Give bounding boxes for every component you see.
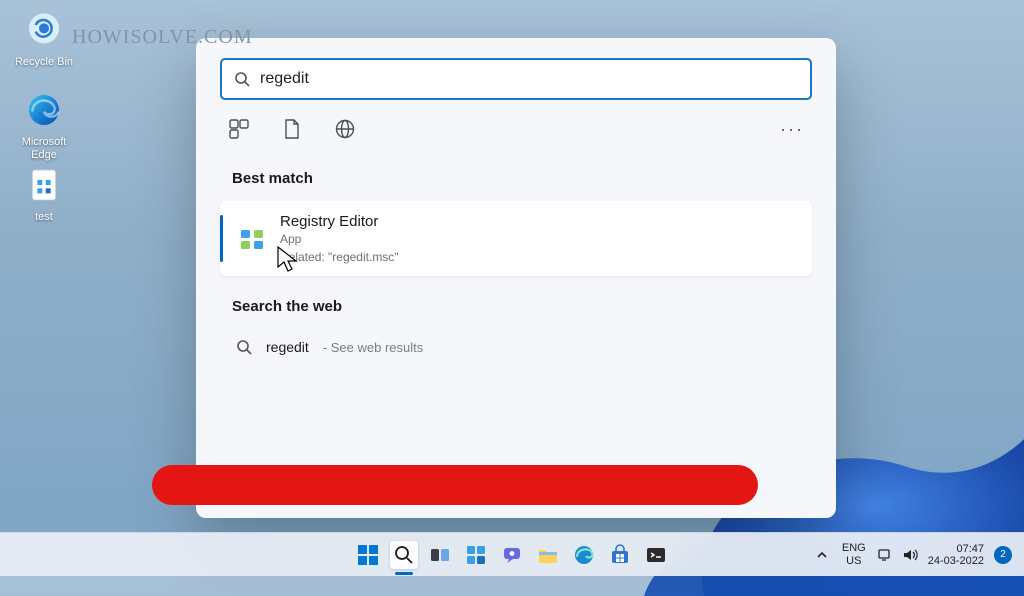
- result-related: Related: "regedit.msc": [280, 250, 399, 264]
- taskbar-store[interactable]: [606, 541, 634, 569]
- network-icon[interactable]: [876, 547, 892, 563]
- search-icon: [394, 545, 414, 565]
- best-match-result[interactable]: Registry Editor App Related: "regedit.ms…: [220, 201, 812, 276]
- scope-apps-icon[interactable]: [228, 118, 250, 140]
- search-icon: [234, 71, 250, 87]
- tray-overflow[interactable]: [812, 545, 832, 565]
- desktop-icon-recycle-bin[interactable]: Recycle Bin: [12, 10, 76, 69]
- best-match-heading: Best match: [232, 170, 812, 187]
- search-box[interactable]: [220, 58, 812, 100]
- taskview-icon: [429, 544, 451, 566]
- watermark: HOWISOLVE.COM: [72, 26, 253, 49]
- language-indicator[interactable]: ENG US: [842, 542, 866, 566]
- edge-icon: [24, 90, 64, 130]
- registry-file-icon: [24, 165, 64, 205]
- search-input[interactable]: [260, 70, 798, 88]
- scope-web-icon[interactable]: [334, 118, 356, 140]
- web-result-row[interactable]: regedit - See web results: [220, 329, 812, 365]
- taskbar: ENG US 07:47 24-03-2022 2: [0, 532, 1024, 576]
- folder-icon: [537, 544, 559, 566]
- scope-more-button[interactable]: ···: [780, 119, 804, 140]
- volume-icon[interactable]: [902, 547, 918, 563]
- search-flyout: ··· Best match Registry Editor App Relat…: [196, 38, 836, 518]
- store-icon: [609, 544, 631, 566]
- scope-documents-icon[interactable]: [282, 118, 302, 140]
- taskbar-chat[interactable]: [498, 541, 526, 569]
- taskbar-taskview[interactable]: [426, 541, 454, 569]
- taskbar-explorer[interactable]: [534, 541, 562, 569]
- web-result-term: regedit: [266, 339, 309, 355]
- desktop-icon-label: test: [12, 211, 76, 224]
- web-result-hint: - See web results: [323, 340, 423, 355]
- annotation-redbar: [152, 465, 758, 505]
- edge-icon: [573, 544, 595, 566]
- search-scopes: ···: [220, 100, 812, 148]
- desktop-icon-edge[interactable]: Microsoft Edge: [12, 90, 76, 161]
- search-icon: [236, 339, 252, 355]
- taskbar-search[interactable]: [390, 541, 418, 569]
- desktop-icon-label: Microsoft Edge: [12, 136, 76, 161]
- result-title: Registry Editor: [280, 213, 399, 230]
- chevron-up-icon: [816, 549, 828, 561]
- search-web-heading: Search the web: [232, 298, 812, 315]
- recycle-bin-icon: [24, 10, 64, 50]
- registry-editor-icon: [238, 225, 266, 253]
- taskbar-start[interactable]: [354, 541, 382, 569]
- notification-badge[interactable]: 2: [994, 546, 1012, 564]
- taskbar-edge[interactable]: [570, 541, 598, 569]
- clock[interactable]: 07:47 24-03-2022: [928, 543, 984, 567]
- windows-icon: [357, 544, 379, 566]
- taskbar-terminal[interactable]: [642, 541, 670, 569]
- system-tray: ENG US 07:47 24-03-2022 2: [812, 542, 1024, 566]
- terminal-icon: [645, 544, 667, 566]
- taskbar-widgets[interactable]: [462, 541, 490, 569]
- desktop-icon-label: Recycle Bin: [12, 56, 76, 69]
- widgets-icon: [465, 544, 487, 566]
- chat-icon: [501, 544, 523, 566]
- desktop-icon-test[interactable]: test: [12, 165, 76, 224]
- result-subtitle: App: [280, 232, 399, 246]
